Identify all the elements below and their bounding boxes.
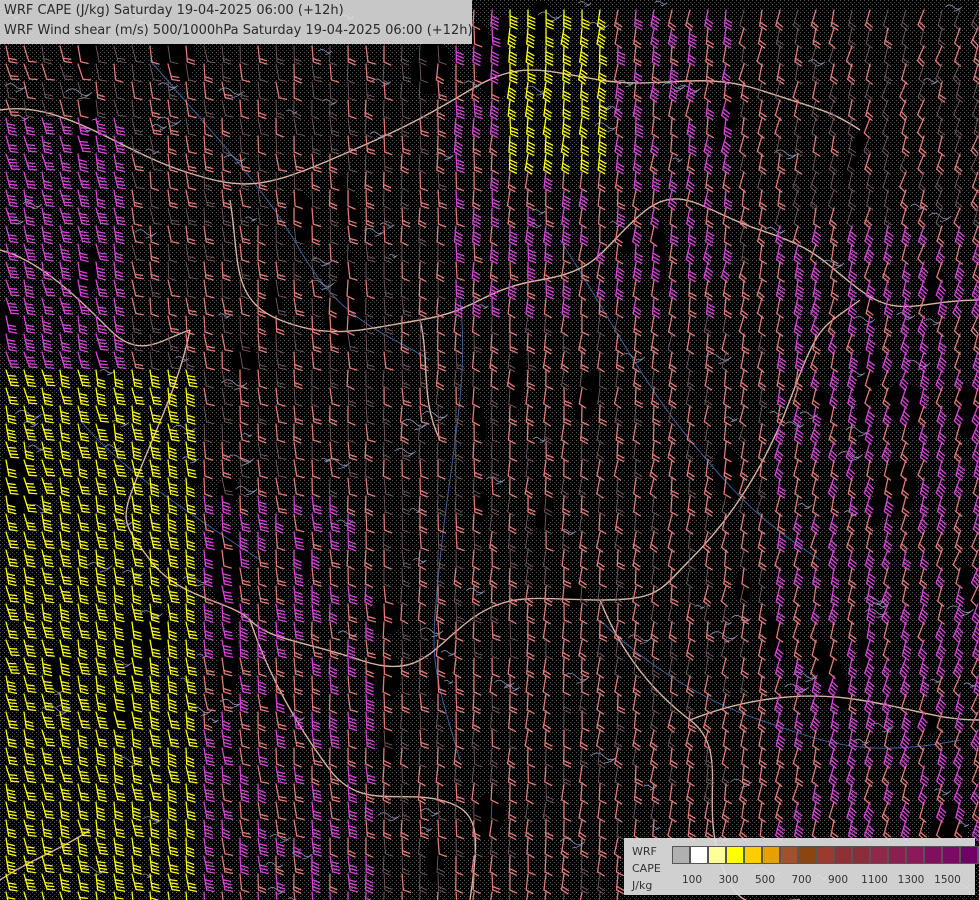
legend-swatch	[924, 846, 942, 864]
legend-swatch	[834, 846, 852, 864]
legend-tick-label: 1500	[934, 874, 961, 886]
legend-swatch	[870, 846, 888, 864]
title-wind-shear: WRF Wind shear (m/s) 500/1000hPa Saturda…	[4, 23, 473, 38]
legend-tick-label: 900	[827, 874, 849, 886]
legend-swatch	[852, 846, 870, 864]
legend-swatch	[798, 846, 816, 864]
legend-swatch	[726, 846, 744, 864]
legend-field-label: CAPE	[632, 862, 661, 875]
legend-swatch	[762, 846, 780, 864]
legend-tick-label: 1100	[861, 874, 888, 886]
legend-tick-label: 1300	[897, 874, 925, 886]
legend-swatch	[816, 846, 834, 864]
legend-swatch	[960, 846, 978, 864]
legend-tick-label: 700	[791, 874, 812, 886]
legend-swatch	[744, 846, 762, 864]
legend-swatch	[672, 846, 690, 864]
legend-swatch	[888, 846, 906, 864]
title-box: WRF CAPE (J/kg) Saturday 19-04-2025 06:0…	[0, 0, 473, 44]
legend-unit-label: J/kg	[632, 879, 653, 892]
map-canvas	[0, 0, 979, 900]
legend-swatch	[906, 846, 924, 864]
legend-swatch	[780, 846, 798, 864]
weather-map: WRF CAPE (J/kg) Saturday 19-04-2025 06:0…	[0, 0, 979, 900]
cape-legend: WRF CAPE J/kg 100 300 500 700 900 1100 1300 150…	[624, 838, 979, 895]
legend-model-label: WRF	[632, 845, 657, 858]
legend-tick-label: 500	[754, 874, 776, 886]
legend-tick-label: 100	[681, 874, 703, 886]
legend-swatch	[708, 846, 726, 864]
legend-tick-label: 300	[718, 874, 739, 886]
legend-swatch	[942, 846, 960, 864]
title-cape: WRF CAPE (J/kg) Saturday 19-04-2025 06:0…	[4, 3, 344, 18]
legend-swatch	[690, 846, 708, 864]
